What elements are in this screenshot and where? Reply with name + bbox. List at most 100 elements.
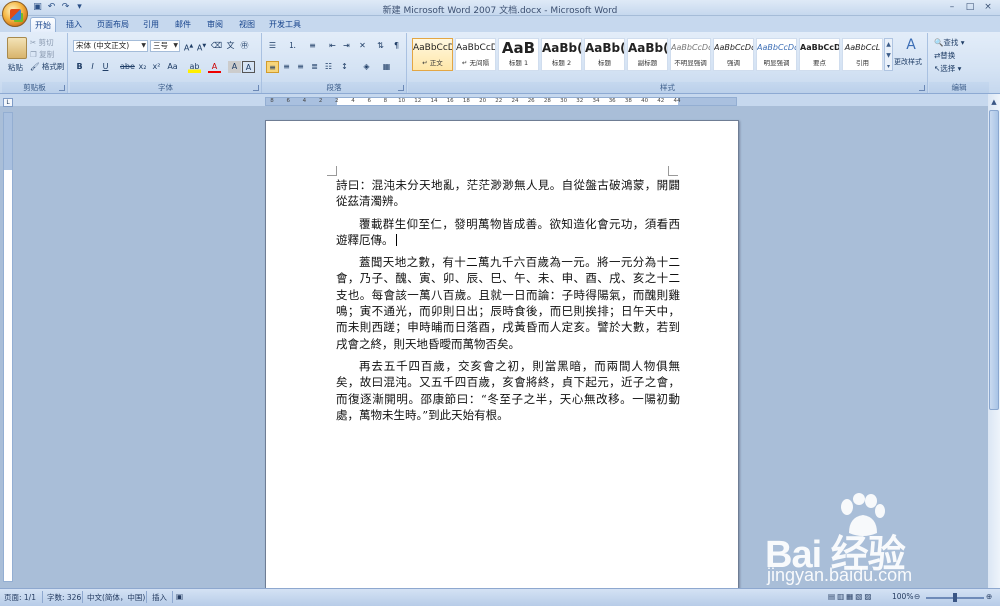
vertical-scrollbar[interactable]: ▲ <box>988 94 1000 588</box>
tab-developer[interactable]: 开发工具 <box>268 17 302 32</box>
paragraph[interactable]: 詩曰：混沌未分天地亂，茫茫渺渺無人見。自從盤古破鴻蒙，開闢從茲清濁辨。 <box>336 177 680 210</box>
bullets-icon[interactable]: ☰ <box>266 40 279 52</box>
maximize-button[interactable]: □ <box>962 1 978 13</box>
watermark-url: jingyan.baidu.com <box>767 565 913 585</box>
clipboard-launcher-icon[interactable] <box>59 85 65 91</box>
shading-icon[interactable]: ◈ <box>360 61 373 73</box>
paragraph[interactable]: 再去五千四百歲，交亥會之初，則當黑暗，而兩間人物俱無矣，故曰混沌。又五千四百歲，… <box>336 358 680 423</box>
sort-icon[interactable]: ⇅ <box>374 40 387 52</box>
styles-group: AaBbCcD ↵ 正文 AaBbCcD ↵ 无间隔 AaB 标题 1 AaBb(标题… <box>408 33 928 93</box>
paste-button[interactable]: 粘贴 <box>8 62 23 73</box>
align-left-icon[interactable]: ≡ <box>266 61 279 73</box>
style-quote[interactable]: AaBbCcL 引用 <box>842 38 883 71</box>
select-button[interactable]: ↖选择 ▾ <box>934 63 961 74</box>
status-language[interactable]: 中文(简体，中国) <box>87 592 145 603</box>
character-shading-icon[interactable]: A <box>228 61 241 73</box>
change-styles-icon[interactable]: A <box>900 37 922 53</box>
phonetic-guide-icon[interactable]: 文 <box>224 40 237 52</box>
tab-review[interactable]: 审阅 <box>204 17 226 32</box>
shrink-font-icon[interactable]: A▼ <box>195 40 208 53</box>
style-heading-1[interactable]: AaB 标题 1 <box>498 38 539 71</box>
superscript-icon[interactable]: x² <box>150 61 163 73</box>
zoom-slider-thumb[interactable] <box>953 593 957 602</box>
font-launcher-icon[interactable] <box>253 85 259 91</box>
document-body[interactable]: 詩曰：混沌未分天地亂，茫茫渺渺無人見。自從盤古破鴻蒙，開闢從茲清濁辨。 覆載群生… <box>336 177 680 429</box>
format-painter-button[interactable]: 🖌 格式刷 <box>30 61 64 72</box>
grow-font-icon[interactable]: A▲ <box>182 40 195 53</box>
zoom-out-icon[interactable]: ⊖ <box>914 592 920 601</box>
style-normal[interactable]: AaBbCcD ↵ 正文 <box>412 38 453 71</box>
status-word-count[interactable]: 字数: 326 <box>47 592 81 603</box>
tab-home[interactable]: 开始 <box>30 17 56 32</box>
subscript-icon[interactable]: x₂ <box>136 61 149 73</box>
style-title[interactable]: AaBb(标题 <box>584 38 625 71</box>
scrollbar-thumb[interactable] <box>989 110 999 410</box>
justify-icon[interactable]: ≣ <box>308 61 321 73</box>
borders-icon[interactable]: ▦ <box>380 61 393 73</box>
tab-references[interactable]: 引用 <box>140 17 162 32</box>
style-strong[interactable]: AaBbCcDc 要点 <box>799 38 840 71</box>
style-subtle-emphasis[interactable]: AaBbCcDc 不明显强调 <box>670 38 711 71</box>
align-center-icon[interactable]: ≡ <box>280 61 293 73</box>
tab-page-layout[interactable]: 页面布局 <box>94 17 132 32</box>
font-group-label: 字体 <box>70 82 261 93</box>
clear-format-icon[interactable]: ⌫ <box>210 40 223 52</box>
italic-icon[interactable]: I <box>86 61 99 73</box>
cut-button[interactable]: ✂ 剪切 <box>30 37 54 48</box>
bold-icon[interactable]: B <box>73 61 86 73</box>
vertical-ruler[interactable] <box>3 112 13 582</box>
paragraph[interactable]: 覆載群生仰至仁，發明萬物皆成善。欲知造化會元功，須看西遊釋厄傳。 <box>336 216 680 249</box>
copy-button[interactable]: ❐ 复制 <box>30 49 54 60</box>
horizontal-ruler[interactable]: 8 6 4 2 2 4 6 8 10 12 14 16 18 20 22 24 26 28 30 32 34 36 38 40… <box>265 97 737 106</box>
change-styles-button[interactable]: 更改样式 <box>894 57 922 67</box>
numbering-icon[interactable]: ⒈ <box>286 40 299 52</box>
macro-record-icon[interactable]: ▣ <box>176 592 183 601</box>
style-subtitle[interactable]: AaBb(副标题 <box>627 38 668 71</box>
ruler-tick-label: 6 <box>286 98 290 104</box>
view-buttons[interactable]: ▤▥▦▧▨ <box>828 592 873 601</box>
line-spacing-icon[interactable]: ↕ <box>338 61 351 73</box>
style-emphasis[interactable]: AaBbCcDc 强调 <box>713 38 754 71</box>
styles-scroll-icon[interactable]: ▲ ▼ ▾ <box>884 38 893 71</box>
find-button[interactable]: 🔍查找 ▾ <box>934 37 965 48</box>
distributed-icon[interactable]: ☷ <box>322 61 335 73</box>
styles-launcher-icon[interactable] <box>919 85 925 91</box>
tab-mailings[interactable]: 邮件 <box>172 17 194 32</box>
asian-layout-icon[interactable]: ✕ <box>356 40 369 52</box>
multilevel-list-icon[interactable]: ≡ <box>306 40 319 52</box>
paragraph[interactable]: 蓋聞天地之數，有十二萬九千六百歲為一元。將一元分為十二會，乃子、醜、寅、卯、辰、… <box>336 254 680 352</box>
office-button[interactable] <box>2 1 28 27</box>
style-heading-2[interactable]: AaBb(标题 2 <box>541 38 582 71</box>
status-insert-mode[interactable]: 插入 <box>152 592 167 603</box>
style-intense-emphasis[interactable]: AaBbCcDc 明显强调 <box>756 38 797 71</box>
zoom-in-icon[interactable]: ⊕ <box>986 592 992 601</box>
style-no-spacing[interactable]: AaBbCcD ↵ 无间隔 <box>455 38 496 71</box>
minimize-button[interactable]: – <box>944 1 960 13</box>
align-right-icon[interactable]: ≡ <box>294 61 307 73</box>
replace-button[interactable]: ⇄替换 <box>934 50 955 61</box>
close-button[interactable]: × <box>980 1 996 13</box>
editing-group-label: 编辑 <box>929 82 989 93</box>
status-page[interactable]: 页面: 1/1 <box>4 592 36 603</box>
paragraph-launcher-icon[interactable] <box>398 85 404 91</box>
font-color-icon[interactable]: A <box>208 61 221 73</box>
ruler-tick-label: 30 <box>560 98 568 104</box>
office-logo-icon <box>9 8 21 20</box>
highlight-icon[interactable]: ab <box>188 61 201 73</box>
change-case-icon[interactable]: Aa <box>166 61 179 73</box>
show-marks-icon[interactable]: ¶ <box>390 40 403 52</box>
font-size-combo[interactable]: 三号 ▼ <box>150 40 180 52</box>
decrease-indent-icon[interactable]: ⇤ <box>326 40 339 52</box>
font-name-combo[interactable]: 宋体 (中文正文) ▼ <box>73 40 148 52</box>
increase-indent-icon[interactable]: ⇥ <box>340 40 353 52</box>
tab-insert[interactable]: 插入 <box>62 17 86 32</box>
enclose-characters-icon[interactable]: ㊥ <box>238 40 251 52</box>
scroll-up-icon[interactable]: ▲ <box>988 96 1000 108</box>
ruler-tab-selector[interactable]: L <box>3 98 13 107</box>
underline-icon[interactable]: U <box>99 61 112 73</box>
tab-view[interactable]: 视图 <box>236 17 258 32</box>
strikethrough-icon[interactable]: abe <box>120 61 135 73</box>
status-zoom[interactable]: 100% <box>892 592 913 601</box>
character-border-icon[interactable]: A <box>242 61 255 73</box>
paste-icon[interactable] <box>7 37 27 59</box>
